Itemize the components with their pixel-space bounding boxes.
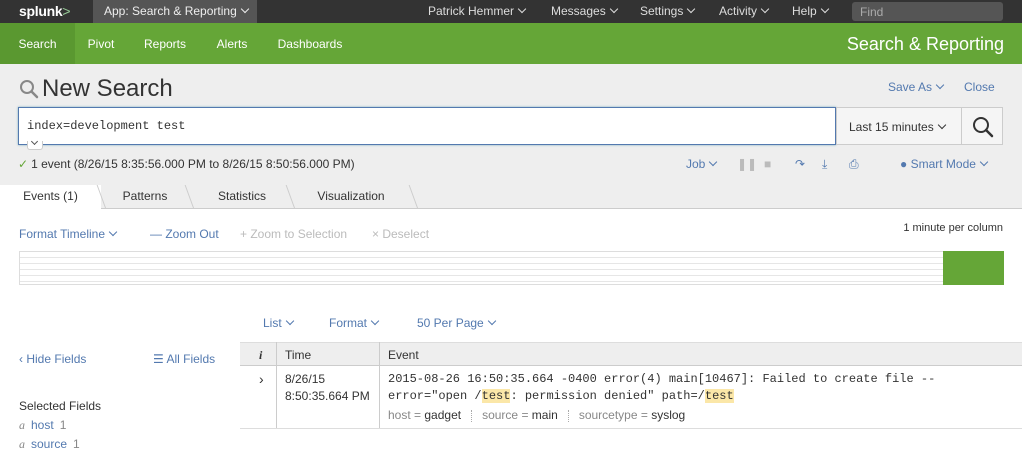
field-host[interactable]: a host 1 bbox=[19, 418, 66, 433]
timeline-chart[interactable] bbox=[19, 251, 1004, 285]
zoom-to-selection-button[interactable]: + Zoom to Selection bbox=[240, 227, 347, 241]
top-bar: splunk> App: Search & Reporting Patrick … bbox=[0, 0, 1022, 23]
chevron-down-icon bbox=[487, 316, 496, 326]
page-title: New Search bbox=[42, 75, 173, 102]
pause-icon[interactable]: ❚❚ bbox=[737, 157, 757, 171]
splunk-logo[interactable]: splunk> bbox=[19, 3, 71, 19]
tab-statistics[interactable]: Statistics bbox=[198, 185, 286, 209]
job-menu[interactable]: Job bbox=[686, 157, 718, 171]
check-icon: ✓ bbox=[18, 157, 29, 171]
run-search-button[interactable] bbox=[961, 107, 1003, 145]
settings-menu[interactable]: Settings bbox=[640, 4, 696, 18]
tab-patterns[interactable]: Patterns bbox=[105, 185, 185, 209]
search-term-highlight: test bbox=[481, 389, 511, 403]
print-icon[interactable]: ⎙ bbox=[849, 157, 859, 172]
close-icon: × bbox=[372, 227, 383, 241]
search-input[interactable]: index=development test bbox=[18, 107, 836, 145]
chevron-down-icon bbox=[760, 4, 770, 14]
format-menu[interactable]: Format bbox=[329, 316, 380, 330]
meta-host[interactable]: host = gadget bbox=[388, 408, 461, 422]
hide-fields-button[interactable]: ‹ Hide Fields bbox=[19, 352, 86, 366]
event-time[interactable]: 8/26/15 8:50:35.664 PM bbox=[285, 371, 370, 405]
tab-reports[interactable]: Reports bbox=[131, 23, 199, 64]
meta-sourcetype[interactable]: sourcetype = syslog bbox=[579, 408, 685, 422]
tab-visualization[interactable]: Visualization bbox=[300, 185, 402, 209]
format-timeline-button[interactable]: Format Timeline bbox=[19, 227, 118, 241]
save-as-button[interactable]: Save As bbox=[888, 80, 945, 94]
chevron-down-icon bbox=[517, 4, 527, 14]
chevron-down-icon bbox=[709, 157, 718, 167]
minus-icon: — bbox=[150, 227, 166, 241]
list-view-menu[interactable]: List bbox=[263, 316, 294, 330]
timeline-bar[interactable] bbox=[943, 251, 1004, 285]
string-type-icon: a bbox=[19, 418, 25, 432]
find-input[interactable]: Find bbox=[852, 2, 1003, 21]
search-query[interactable]: index=development test bbox=[27, 119, 185, 133]
tab-search[interactable]: Search bbox=[0, 23, 75, 64]
tab-alerts[interactable]: Alerts bbox=[204, 23, 260, 64]
help-menu[interactable]: Help bbox=[792, 4, 829, 18]
string-type-icon: a bbox=[19, 437, 25, 451]
all-fields-button[interactable]: ☰ All Fields bbox=[153, 352, 215, 366]
search-icon bbox=[973, 117, 994, 138]
activity-menu[interactable]: Activity bbox=[719, 4, 770, 18]
chevron-down-icon bbox=[609, 4, 618, 14]
chevron-down-icon bbox=[687, 4, 696, 14]
close-button[interactable]: Close bbox=[964, 80, 995, 94]
share-icon[interactable]: ↷ bbox=[795, 157, 805, 171]
lightbulb-icon: ● bbox=[900, 157, 911, 171]
user-menu[interactable]: Patrick Hemmer bbox=[428, 4, 527, 18]
search-term-highlight: test bbox=[704, 389, 734, 403]
chevron-down-icon bbox=[108, 227, 118, 237]
event-metadata: host = gadget source = main sourcetype = s… bbox=[388, 408, 685, 422]
selected-fields-label: Selected Fields bbox=[19, 399, 102, 413]
export-icon[interactable]: ⤓ bbox=[822, 157, 827, 172]
messages-menu[interactable]: Messages bbox=[551, 4, 618, 18]
app-title: Search & Reporting bbox=[846, 34, 1004, 54]
time-range-picker[interactable]: Last 15 minutes bbox=[836, 107, 962, 145]
app-bar: Search Pivot Reports Alerts Dashboards S… bbox=[0, 23, 1022, 64]
search-status: ✓ 1 event (8/26/15 8:35:56.000 PM to 8/26… bbox=[18, 157, 355, 171]
search-mode-menu[interactable]: ● Smart Mode bbox=[900, 157, 989, 171]
search-icon bbox=[20, 80, 39, 99]
expand-row-icon[interactable]: › bbox=[259, 371, 264, 387]
tab-events[interactable]: Events (1) bbox=[0, 185, 101, 210]
chevron-down-icon bbox=[240, 4, 249, 14]
tab-pivot[interactable]: Pivot bbox=[75, 23, 127, 64]
tab-divider bbox=[184, 185, 195, 209]
per-page-menu[interactable]: 50 Per Page bbox=[417, 316, 496, 330]
chevron-down-icon bbox=[935, 80, 945, 90]
zoom-out-button[interactable]: — Zoom Out bbox=[150, 227, 219, 241]
deselect-button[interactable]: × Deselect bbox=[372, 227, 429, 241]
tab-divider bbox=[408, 185, 419, 209]
chevron-down-icon bbox=[820, 4, 829, 14]
table-header: i Time Event bbox=[240, 342, 1022, 366]
tab-dashboards[interactable]: Dashboards bbox=[267, 23, 353, 64]
events-table: i Time Event › 8/26/15 8:50:35.664 PM 20… bbox=[240, 342, 1022, 429]
table-row[interactable]: › 8/26/15 8:50:35.664 PM 2015-08-26 16:5… bbox=[240, 366, 1022, 429]
time-column-header[interactable]: Time bbox=[285, 348, 311, 362]
app-menu[interactable]: App: Search & Reporting bbox=[93, 0, 257, 23]
field-source[interactable]: a source 1 bbox=[19, 437, 80, 452]
plus-icon: + bbox=[240, 227, 251, 241]
list-icon: ☰ bbox=[153, 352, 167, 366]
search-assistant-toggle[interactable] bbox=[27, 137, 43, 150]
chevron-down-icon bbox=[979, 157, 989, 167]
results-tabs: Events (1) Patterns Statistics Visualiza… bbox=[0, 185, 1022, 210]
info-column-header: i bbox=[259, 348, 263, 362]
event-raw-text[interactable]: 2015-08-26 16:50:35.664 -0400 error(4) m… bbox=[388, 371, 1018, 405]
chevron-down-icon bbox=[285, 316, 294, 326]
chevron-down-icon bbox=[937, 120, 946, 130]
meta-source[interactable]: source = main bbox=[482, 408, 558, 422]
search-header: New Search Save As Close index=developme… bbox=[0, 64, 1022, 185]
stop-icon[interactable]: ■ bbox=[764, 157, 771, 171]
tab-divider bbox=[285, 185, 296, 209]
timeline-scale: 1 minute per column bbox=[903, 222, 1003, 234]
event-column-header: Event bbox=[388, 348, 419, 362]
chevron-down-icon bbox=[370, 316, 380, 326]
